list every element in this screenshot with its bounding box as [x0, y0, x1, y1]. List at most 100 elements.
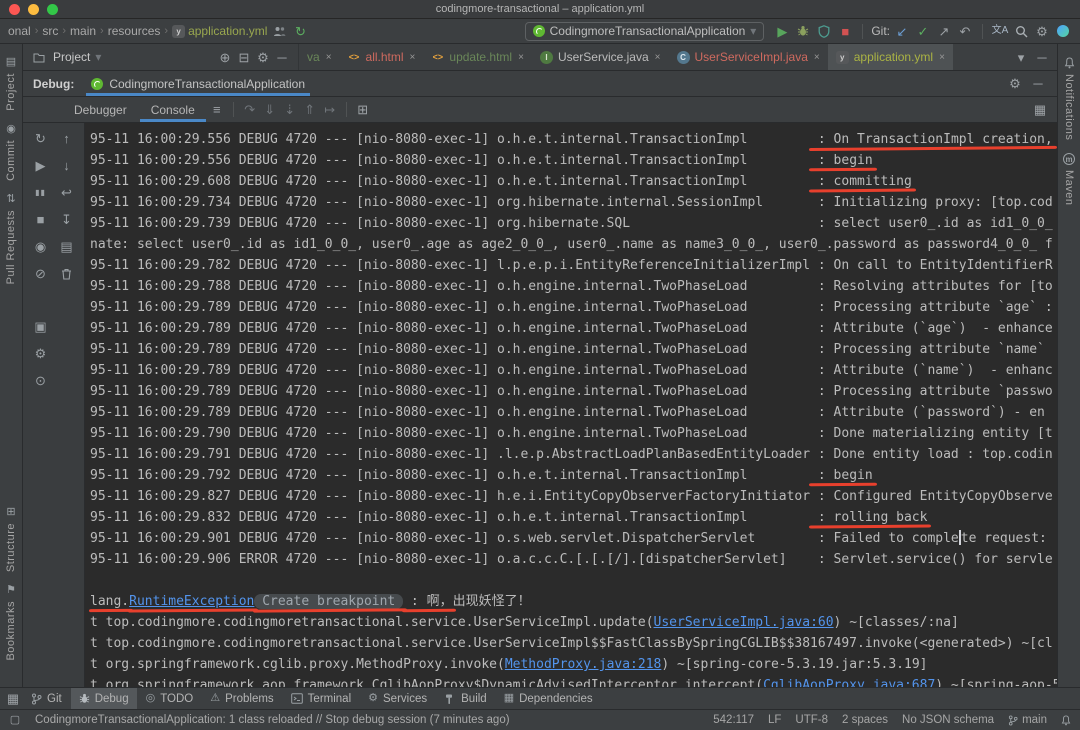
- view-breakpoints-icon[interactable]: ◉: [32, 238, 49, 255]
- panel-settings-icon[interactable]: ⚙: [254, 48, 272, 66]
- debug-session-tab[interactable]: CodingmoreTransactionalApplication: [86, 71, 310, 96]
- editor-tab[interactable]: <> all.html ×: [340, 44, 424, 70]
- breadcrumb-item[interactable]: src: [42, 24, 58, 38]
- coverage-shield-icon[interactable]: [815, 22, 833, 40]
- search-icon[interactable]: [1012, 22, 1030, 40]
- tool-button-commit[interactable]: ◉ Commit: [5, 123, 17, 180]
- tool-button-todo[interactable]: ◎ TODO: [138, 688, 202, 709]
- project-panel-header[interactable]: Project ▾ ⊕ ⊟ ⚙ ─: [23, 44, 299, 70]
- hide-editor-icon[interactable]: ─: [1033, 48, 1051, 66]
- scroll-to-end-icon[interactable]: ↧: [58, 211, 75, 228]
- close-window-button[interactable]: [9, 4, 20, 15]
- tool-button-bookmarks[interactable]: ⚑ Bookmarks: [5, 585, 17, 661]
- hidden-tabs-icon[interactable]: ▾: [1012, 48, 1030, 66]
- rollback-icon[interactable]: ↶: [956, 22, 974, 40]
- clear-console-icon[interactable]: [58, 265, 75, 282]
- project-panel-title[interactable]: Project: [53, 50, 90, 64]
- step-over-icon[interactable]: ↷: [241, 101, 259, 119]
- editor-tab[interactable]: I UserService.java ×: [532, 44, 669, 70]
- pause-icon[interactable]: ▮▮: [32, 184, 49, 201]
- editor-tab[interactable]: <> update.html ×: [423, 44, 532, 70]
- reload-classes-icon[interactable]: ↻: [291, 22, 309, 40]
- panel-settings-icon[interactable]: ⚙: [1006, 75, 1024, 93]
- git-branch-widget[interactable]: main: [1008, 714, 1047, 726]
- push-icon[interactable]: ↗: [935, 22, 953, 40]
- tool-button-debug[interactable]: Debug: [70, 688, 137, 709]
- pin-icon[interactable]: ⊙: [32, 372, 49, 389]
- tool-button-project[interactable]: ▤ Project: [5, 57, 17, 111]
- tool-button-structure[interactable]: ⊞ Structure: [5, 507, 17, 573]
- menu-icon[interactable]: ≡: [208, 101, 226, 119]
- stack-trace-link[interactable]: RuntimeException: [129, 594, 254, 609]
- down-stack-icon[interactable]: ↓: [58, 157, 75, 174]
- minimize-window-button[interactable]: [28, 4, 39, 15]
- create-breakpoint-chip[interactable]: Create breakpoint: [254, 594, 404, 609]
- close-tab-icon[interactable]: ×: [326, 52, 332, 63]
- locate-file-icon[interactable]: ⊕: [216, 48, 234, 66]
- line-ending-indicator[interactable]: LF: [768, 714, 781, 726]
- thread-dump-icon[interactable]: ▣: [32, 318, 49, 335]
- zoom-window-button[interactable]: [47, 4, 58, 15]
- run-to-cursor-icon[interactable]: ↦: [321, 101, 339, 119]
- close-tab-icon[interactable]: ×: [655, 52, 661, 63]
- editor-tab[interactable]: C UserServiceImpl.java ×: [669, 44, 828, 70]
- editor-tab-active[interactable]: y application.yml ×: [827, 44, 953, 70]
- update-project-icon[interactable]: ↙: [893, 22, 911, 40]
- minimize-panel-icon[interactable]: ─: [1029, 75, 1047, 93]
- chevron-down-icon[interactable]: ▾: [95, 50, 101, 64]
- stack-trace-link[interactable]: MethodProxy.java:218: [505, 657, 662, 672]
- indent-indicator[interactable]: 2 spaces: [842, 714, 888, 726]
- debug-bug-icon[interactable]: [794, 22, 812, 40]
- breadcrumb-item-file[interactable]: application.yml: [188, 24, 267, 38]
- hide-panel-icon[interactable]: ─: [273, 48, 291, 66]
- step-into-icon[interactable]: ⇓: [261, 101, 279, 119]
- tool-button-maven[interactable]: m Maven: [1063, 153, 1075, 206]
- tool-button-terminal[interactable]: Terminal: [283, 688, 359, 709]
- close-tab-icon[interactable]: ×: [410, 52, 416, 63]
- restore-layout-icon[interactable]: ⊞: [354, 101, 372, 119]
- caret-position[interactable]: 542:117: [713, 714, 754, 726]
- tool-button-dependencies[interactable]: ▦ Dependencies: [496, 688, 601, 709]
- encoding-indicator[interactable]: UTF-8: [795, 714, 828, 726]
- breadcrumb-item[interactable]: onal: [8, 24, 31, 38]
- mute-breakpoints-icon[interactable]: ⊘: [32, 265, 49, 282]
- settings-sync-icon[interactable]: [1054, 22, 1072, 40]
- tool-button-problems[interactable]: ⚠ Problems: [202, 688, 281, 709]
- users-icon[interactable]: [270, 22, 288, 40]
- tool-button-build[interactable]: Build: [436, 688, 495, 709]
- stack-trace-link[interactable]: UserServiceImpl.java:60: [654, 615, 834, 630]
- notifications-icon[interactable]: [1061, 714, 1071, 726]
- close-tab-icon[interactable]: ×: [939, 52, 945, 63]
- tab-console[interactable]: Console: [140, 97, 206, 122]
- stop-button[interactable]: ■: [836, 22, 854, 40]
- stop-icon[interactable]: ■: [32, 211, 49, 228]
- tab-debugger[interactable]: Debugger: [63, 97, 138, 122]
- settings-icon[interactable]: ⚙: [1033, 22, 1051, 40]
- step-out-icon[interactable]: ⇑: [301, 101, 319, 119]
- up-stack-icon[interactable]: ↑: [58, 130, 75, 147]
- tool-window-switcher-icon[interactable]: ▦: [4, 690, 22, 708]
- rerun-icon[interactable]: ↻: [32, 130, 49, 147]
- tool-button-git[interactable]: Git: [23, 688, 70, 709]
- translate-icon[interactable]: 文A: [991, 22, 1009, 40]
- schema-indicator[interactable]: No JSON schema: [902, 714, 994, 726]
- close-tab-icon[interactable]: ×: [518, 52, 524, 63]
- settings-icon[interactable]: ⚙: [32, 345, 49, 362]
- resume-icon[interactable]: ▶: [32, 157, 49, 174]
- breadcrumb-item[interactable]: resources: [108, 24, 161, 38]
- tool-button-notifications[interactable]: Notifications: [1063, 57, 1075, 140]
- soft-wrap-icon[interactable]: ↩: [58, 184, 75, 201]
- collapse-all-icon[interactable]: ⊟: [235, 48, 253, 66]
- print-icon[interactable]: ▤: [58, 238, 75, 255]
- tool-button-services[interactable]: ⚙ Services: [360, 688, 435, 709]
- commit-icon[interactable]: ✓: [914, 22, 932, 40]
- tool-button-pull-requests[interactable]: ⇅ Pull Requests: [5, 193, 17, 284]
- stack-trace-link[interactable]: CglibAopProxy.java:687: [763, 678, 935, 687]
- breadcrumb-item[interactable]: main: [70, 24, 96, 38]
- console-output[interactable]: 95-11 16:00:29.556 DEBUG 4720 --- [nio-8…: [85, 123, 1057, 687]
- layout-settings-icon[interactable]: ▦: [1031, 101, 1049, 119]
- run-config-selector[interactable]: CodingmoreTransactionalApplication ▾: [524, 21, 765, 41]
- close-tab-icon[interactable]: ×: [814, 52, 820, 63]
- force-step-into-icon[interactable]: ⇣: [281, 101, 299, 119]
- editor-tab[interactable]: va ×: [299, 44, 340, 70]
